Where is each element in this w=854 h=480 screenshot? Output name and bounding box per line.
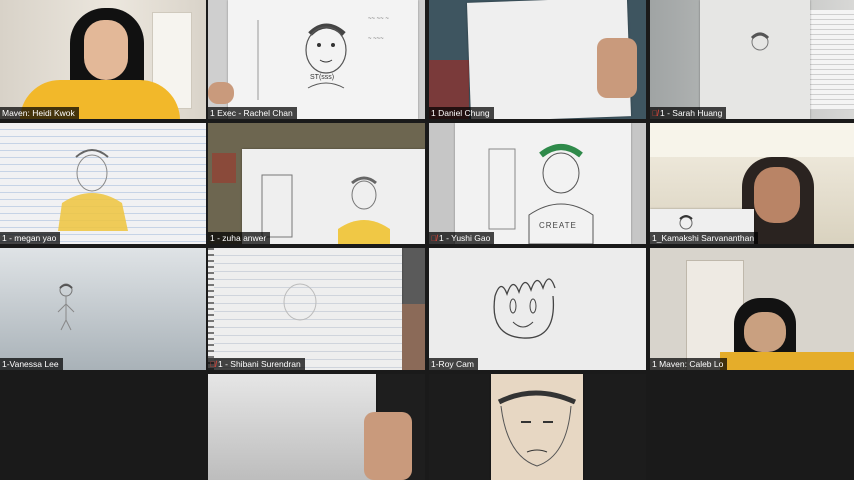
hand (364, 412, 412, 480)
participant-name: Maven: Heidi Kwok (0, 107, 79, 119)
video-scene (208, 123, 425, 244)
video-tile-daniel-chung[interactable]: 1 Daniel Chung (429, 0, 646, 119)
drawing-paper (208, 248, 402, 370)
video-tile-zuha-anwer[interactable]: 1 - zuha anwer (208, 123, 425, 244)
video-scene (208, 374, 425, 480)
participant-name: 🎙̸ 1 - Shibani Surendran (208, 358, 305, 370)
sketch-drawing (497, 390, 577, 467)
participant-name: 1 - megan yao (0, 232, 61, 244)
drawing-paper: ~~ ~~ ~ ~ ~~~ ST(sss) (228, 0, 418, 119)
drawing-paper (0, 123, 206, 244)
video-scene: ~~ ~~ ~ ~ ~~~ ST(sss) (208, 0, 425, 119)
sketch-drawing: ~~ ~~ ~ ~ ~~~ (257, 16, 389, 100)
participant-name: 1 Daniel Chung (429, 107, 494, 119)
video-tile-heidi-kwok[interactable]: Maven: Heidi Kwok (0, 0, 206, 119)
video-tile-unlabeled-2[interactable] (429, 374, 646, 480)
video-scene (650, 123, 854, 244)
mic-off-icon: 🎙̸ (210, 359, 216, 369)
drawing-paper (208, 374, 376, 480)
participant-name: 1 Exec - Rachel Chan (208, 107, 297, 119)
room-background (0, 0, 206, 119)
sketch-drawing (750, 32, 770, 51)
video-tile-megan-yao[interactable]: 1 - megan yao (0, 123, 206, 244)
video-scene (208, 248, 425, 370)
hand (208, 82, 234, 104)
drawing-paper: CREATE (455, 123, 631, 244)
video-tile-caleb-lo[interactable]: 1 Maven: Caleb Lo (650, 248, 854, 370)
sketch-drawing (57, 283, 75, 331)
drawing-paper (429, 248, 646, 370)
video-tile-kamakshi-sarvananthan[interactable]: 1_Kamakshi Sarvananthan (650, 123, 854, 244)
video-scene (650, 0, 854, 119)
video-tile-roy-cam[interactable]: 1-Roy Cam (429, 248, 646, 370)
participant-name: 🎙̸ 1 - Sarah Huang (650, 107, 727, 119)
svg-text:~~ ~~ ~: ~~ ~~ ~ (368, 16, 389, 22)
sketch-drawing (283, 283, 317, 321)
svg-text:~ ~~~: ~ ~~~ (368, 36, 384, 42)
drawing-paper (242, 149, 425, 244)
shirt-lettering: CREATE (539, 221, 577, 230)
participant-name: 🎙̸ 1 - Yushi Gao (429, 232, 495, 244)
participant-name: 1-Vanessa Lee (0, 358, 63, 370)
drawing-paper (0, 248, 206, 370)
video-tile-unlabeled-1[interactable] (208, 374, 425, 480)
sketch-drawing (58, 149, 128, 231)
video-scene (650, 248, 854, 370)
participant-name: 1 - zuha anwer (208, 232, 271, 244)
participant-name: 1_Kamakshi Sarvananthan (650, 232, 759, 244)
drawing-caption: ST(sss) (310, 74, 335, 81)
mic-off-icon: 🎙̸ (652, 108, 658, 118)
video-tile-vanessa-lee[interactable]: 1-Vanessa Lee (0, 248, 206, 370)
sketch-drawing (493, 278, 556, 339)
participant-name: 1 Maven: Caleb Lo (650, 358, 728, 370)
mic-off-icon: 🎙̸ (431, 233, 437, 243)
drawing-paper (491, 374, 583, 480)
drawing-paper (700, 0, 810, 119)
hand (597, 38, 637, 98)
video-tile-shibani-surendran[interactable]: 🎙̸ 1 - Shibani Surendran (208, 248, 425, 370)
video-tile-sarah-huang[interactable]: 🎙̸ 1 - Sarah Huang (650, 0, 854, 119)
video-tile-rachel-chan[interactable]: ~~ ~~ ~ ~ ~~~ ST(sss) 1 Exec - Rachel Ch… (208, 0, 425, 119)
video-scene: CREATE (429, 123, 646, 244)
participant-name: 1-Roy Cam (429, 358, 478, 370)
sketch-drawing (261, 174, 390, 244)
video-tile-yushi-gao[interactable]: CREATE 🎙̸ 1 - Yushi Gao (429, 123, 646, 244)
video-scene (429, 0, 646, 119)
